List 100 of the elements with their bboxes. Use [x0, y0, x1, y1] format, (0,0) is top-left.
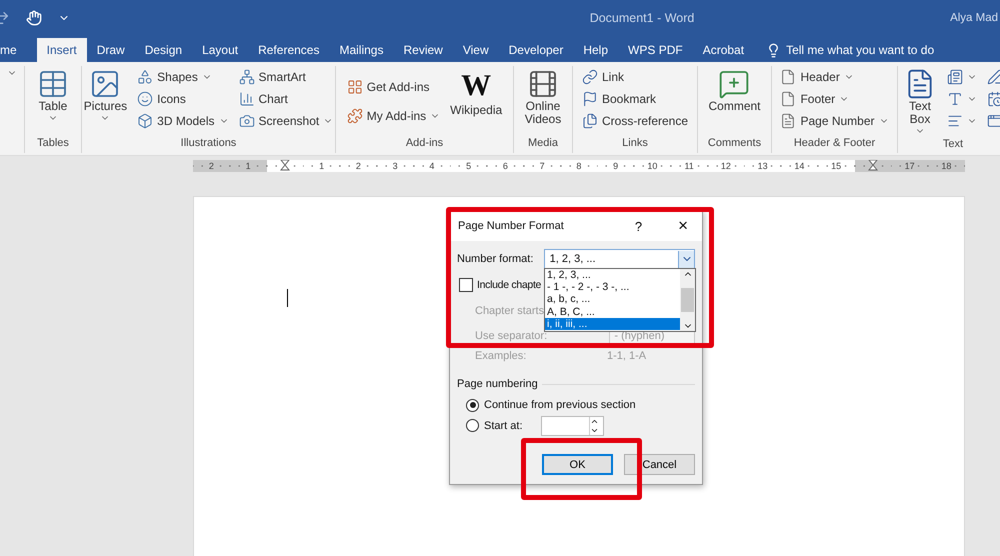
ribbon-button[interactable]: Bookmark	[580, 88, 690, 110]
group-label: Header & Footer	[792, 137, 876, 151]
ribbon-button[interactable]: Page Number	[778, 110, 891, 132]
dialog-button[interactable]: Cancel	[624, 454, 695, 475]
window-title: Document1 - Word	[588, 11, 696, 25]
window-icon	[987, 113, 1000, 129]
newspaper-icon	[947, 69, 963, 85]
scroll-thumb[interactable]	[681, 288, 694, 312]
puzzle-icon	[346, 108, 363, 124]
group-label: Tables	[36, 137, 70, 151]
ribbon-button[interactable]: Online Videos	[517, 66, 569, 137]
radio-button[interactable]	[466, 419, 479, 432]
ruler-number: 10	[646, 160, 658, 172]
ribbon-tab[interactable]: Help	[573, 38, 618, 62]
ruler-number: 15	[830, 160, 842, 172]
ribbon-button[interactable]: Pictures	[82, 66, 130, 137]
smile-icon	[137, 91, 154, 107]
camera-icon	[238, 113, 255, 129]
field-label: Examples:	[475, 350, 528, 362]
ribbon-tab[interactable]: Draw	[86, 38, 135, 62]
comment-plus-icon	[718, 68, 750, 100]
ribbon-button[interactable]: 3D Models	[135, 110, 231, 132]
ribbon-button[interactable]: Icons	[135, 88, 231, 110]
ribbon-tab[interactable]: me	[0, 38, 23, 62]
list-option[interactable]: - 1 -, - 2 -, - 3 -, ...	[545, 281, 680, 294]
ruler-number: 7	[538, 160, 546, 172]
ribbon-button[interactable]: Table	[35, 66, 71, 137]
examples-value: 1-1, 1-A	[607, 350, 646, 362]
ribbon-button[interactable]: My Add-ins	[344, 105, 442, 128]
ribbon-button[interactable]: SmartArt	[236, 66, 336, 88]
ribbon-button[interactable]: W Wikipedia	[448, 66, 504, 137]
field-label: Number format:	[457, 253, 534, 265]
radio-label: Start at:	[484, 420, 524, 432]
file-icon	[780, 69, 796, 85]
list-option[interactable]: a, b, c, ...	[545, 293, 680, 306]
cube-icon	[137, 113, 154, 129]
ribbon-button[interactable]: Get Add-ins	[344, 76, 442, 98]
ribbon-tab[interactable]: Insert	[36, 38, 87, 62]
ruler-number: 3	[392, 160, 399, 172]
ruler-number: 5	[465, 160, 472, 172]
ruler-number: 1	[318, 160, 326, 172]
help-button[interactable]: ?	[634, 218, 642, 234]
radio-button[interactable]	[466, 398, 479, 412]
ribbon-button[interactable]: Cross-reference	[580, 110, 690, 132]
ruler-number: 11	[683, 160, 695, 172]
indent-marker[interactable]	[868, 160, 878, 172]
shapes-icon	[137, 69, 154, 85]
touch-mode-icon[interactable]	[26, 10, 42, 26]
number-format-dropdown[interactable]: 1, 2, 3, ...	[544, 248, 695, 270]
ribbon-button[interactable]: Text Box	[901, 66, 939, 138]
checkbox[interactable]	[459, 278, 473, 292]
list-option[interactable]: 1, 2, 3, ...	[545, 269, 680, 282]
calendar-clock-icon	[987, 91, 1000, 107]
list-option[interactable]: A, B, C, ...	[545, 306, 680, 318]
ribbon-tab[interactable]: Review	[393, 38, 453, 62]
tell-me-field[interactable]: Tell me what you want to do	[766, 38, 934, 62]
table-icon	[37, 68, 69, 100]
field-label: Use separator:	[475, 330, 548, 342]
ribbon-button[interactable]: Link	[580, 66, 690, 88]
group-label: Add-ins	[404, 137, 444, 151]
ribbon-tab[interactable]: WPS PDF	[618, 38, 693, 62]
letter-icon	[947, 91, 963, 107]
document-page[interactable]	[193, 196, 965, 556]
ribbon-button[interactable]: Footer	[778, 88, 891, 110]
user-name[interactable]: Alya Mad	[950, 12, 998, 24]
network-icon	[238, 69, 255, 85]
checkbox-label: Include chapte	[477, 279, 542, 291]
file-icon	[780, 91, 796, 107]
ruler-number: 9	[612, 160, 620, 172]
group-label: Comments	[706, 137, 762, 151]
ruler-number: 12	[720, 160, 732, 172]
ruler-number: 13	[756, 160, 769, 172]
ruler-number: 1	[244, 160, 252, 172]
ruler-number: 17	[904, 160, 916, 172]
list-option[interactable]: i, ii, iii, ...	[545, 318, 680, 330]
radio-label: Continue from previous section	[484, 399, 636, 411]
close-button[interactable]: ×	[678, 216, 688, 236]
dialog-title: Page Number Format	[458, 220, 565, 232]
film-icon	[527, 68, 559, 100]
group-label: Text	[942, 138, 964, 152]
link-icon	[582, 69, 598, 85]
ribbon-tab[interactable]: Acrobat	[692, 38, 754, 62]
ruler-number: 14	[793, 160, 806, 172]
ribbon-button[interactable]: Header	[778, 66, 891, 88]
ribbon-tab[interactable]: References	[248, 38, 330, 62]
flag-icon	[582, 91, 598, 107]
ribbon-button[interactable]: Screenshot	[236, 110, 336, 132]
ribbon-button[interactable]: Comment	[706, 66, 762, 137]
ribbon-tab[interactable]: Design	[134, 38, 192, 62]
ribbon-tab[interactable]: Developer	[498, 38, 574, 62]
ruler[interactable]: 2 1 1 2 3 4 5 6 7 8 9 10 11 12 13 14 15 17 18	[193, 160, 965, 172]
indent-marker[interactable]	[280, 160, 290, 172]
ribbon-tab[interactable]: Mailings	[329, 38, 394, 62]
ribbon-tab[interactable]: View	[452, 38, 499, 62]
ribbon-tab[interactable]: Layout	[192, 38, 248, 62]
start-at-spinner[interactable]	[541, 416, 604, 436]
dialog-button[interactable]: OK	[542, 454, 613, 475]
ribbon-button[interactable]: Chart	[236, 88, 336, 110]
ruler-number: 4	[428, 160, 436, 172]
ribbon-button[interactable]: Shapes	[135, 66, 231, 88]
